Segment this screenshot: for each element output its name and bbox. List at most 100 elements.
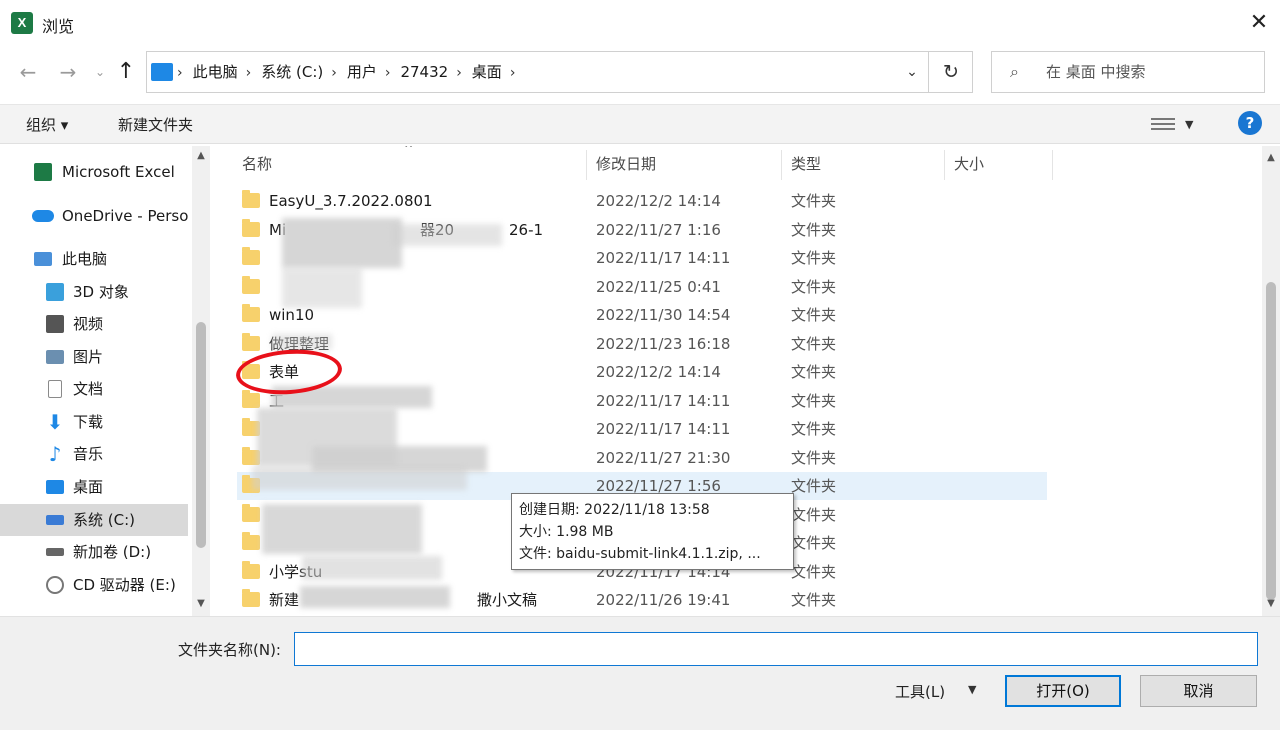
back-arrow-icon[interactable]: ←	[14, 58, 42, 86]
drive-icon	[46, 515, 64, 525]
table-row[interactable]: EasyU_3.7.2022.0801 2022/12/2 14:14 文件夹	[237, 187, 1047, 215]
file-date: 2022/11/17 14:11	[596, 249, 731, 267]
sidebar-item-downloads[interactable]: ⬇ 下载	[0, 406, 192, 438]
3d-objects-icon	[46, 283, 64, 301]
scroll-up-icon[interactable]: ▲	[1262, 152, 1280, 163]
cancel-button[interactable]: 取消	[1140, 675, 1257, 707]
folder-icon	[242, 532, 260, 550]
file-type: 文件夹	[791, 335, 837, 353]
file-date: 2022/11/17 14:11	[596, 392, 731, 410]
file-type: 文件夹	[791, 363, 837, 381]
redaction-blur	[282, 268, 362, 308]
folder-info-tooltip: 创建日期: 2022/11/18 13:58 大小: 1.98 MB 文件: b…	[511, 493, 794, 570]
sidebar-scrollbar[interactable]: ▲ ▼	[192, 146, 210, 616]
dialog-footer: 文件夹名称(N): 工具(L) ▼ 打开(O) 取消	[0, 616, 1280, 730]
breadcrumb-item-desktop[interactable]: 桌面	[472, 52, 502, 92]
forward-arrow-icon[interactable]: →	[54, 58, 82, 86]
window-title: 浏览	[42, 17, 75, 36]
sidebar-item-pictures[interactable]: 图片	[0, 341, 192, 373]
folder-icon	[242, 390, 260, 408]
sidebar-item-3d-objects[interactable]: 3D 对象	[0, 276, 192, 308]
search-placeholder[interactable]: 在 桌面 中搜索	[1046, 52, 1146, 92]
folder-name-label: 文件夹名称(N):	[178, 641, 281, 659]
excel-app-icon: X	[11, 12, 33, 34]
sidebar-item-new-volume-d[interactable]: 新加卷 (D:)	[0, 536, 192, 568]
breadcrumb-separator[interactable]: ›	[510, 53, 516, 93]
excel-icon	[34, 163, 52, 181]
breadcrumb-separator[interactable]: ›	[385, 53, 391, 93]
column-divider[interactable]	[1052, 150, 1053, 180]
file-type: 文件夹	[791, 534, 837, 552]
sidebar-item-microsoft-excel[interactable]: Microsoft Excel	[0, 156, 192, 188]
file-type: 文件夹	[791, 506, 837, 524]
view-options-icon[interactable]	[1151, 115, 1175, 133]
open-button[interactable]: 打开(O)	[1005, 675, 1121, 707]
sidebar-item-documents[interactable]: 文档	[0, 373, 192, 405]
close-icon[interactable]: ✕	[1242, 8, 1276, 38]
column-header-name[interactable]: 名称	[242, 150, 272, 178]
search-box[interactable]: ⌕ 在 桌面 中搜索	[991, 51, 1265, 93]
redaction-blur	[392, 224, 502, 246]
sidebar-item-label: 3D 对象	[73, 283, 129, 301]
sidebar-item-label: 此电脑	[62, 250, 108, 268]
scroll-down-icon[interactable]: ▼	[192, 598, 210, 609]
breadcrumb-separator[interactable]: ›	[456, 53, 462, 93]
column-header-type[interactable]: 类型	[791, 150, 821, 178]
redaction-blur	[252, 466, 467, 490]
breadcrumb-item-users[interactable]: 用户	[347, 52, 377, 92]
sidebar-item-this-pc[interactable]: 此电脑	[0, 243, 192, 275]
table-row-form-folder[interactable]: 表单 2022/12/2 14:14 文件夹	[237, 358, 1047, 386]
breadcrumb-item-this-pc[interactable]: 此电脑	[193, 52, 238, 92]
sidebar-item-label: Microsoft Excel	[62, 163, 175, 181]
scroll-up-icon[interactable]: ▲	[192, 150, 210, 161]
folder-icon	[242, 190, 260, 208]
folder-name-input[interactable]	[294, 632, 1258, 666]
table-row[interactable]: 做理整理 2022/11/23 16:18 文件夹	[237, 330, 1047, 358]
breadcrumb-separator[interactable]: ›	[246, 53, 252, 93]
help-icon[interactable]: ?	[1238, 111, 1262, 135]
scroll-down-icon[interactable]: ▼	[1262, 598, 1280, 609]
file-list-scroll-thumb[interactable]	[1266, 282, 1276, 600]
drive-icon	[46, 548, 64, 556]
breadcrumb-item-system-c[interactable]: 系统 (C:)	[261, 52, 323, 92]
sidebar-item-label: CD 驱动器 (E:)	[73, 576, 176, 594]
column-divider[interactable]	[944, 150, 945, 180]
column-divider[interactable]	[586, 150, 587, 180]
column-header-size[interactable]: 大小	[954, 150, 984, 178]
computer-icon	[151, 63, 173, 81]
sidebar-item-cd-drive-e[interactable]: CD 驱动器 (E:)	[0, 569, 192, 601]
column-divider[interactable]	[781, 150, 782, 180]
refresh-icon[interactable]: ↻	[929, 52, 973, 92]
address-bar[interactable]: › 此电脑 › 系统 (C:) › 用户 › 27432 › 桌面 › ⌄ ↻	[146, 51, 973, 93]
file-type: 文件夹	[791, 392, 837, 410]
sidebar-item-label: 桌面	[73, 478, 104, 496]
search-icon: ⌕	[1010, 62, 1019, 81]
breadcrumb-item-user[interactable]: 27432	[400, 52, 448, 92]
sidebar-item-onedrive[interactable]: OneDrive - Perso	[0, 200, 192, 232]
sidebar-item-videos[interactable]: 视频	[0, 308, 192, 340]
address-history-dropdown-icon[interactable]: ⌄	[897, 52, 927, 92]
documents-icon	[48, 380, 62, 398]
organize-menu-button[interactable]: 组织 ▾	[26, 105, 68, 145]
command-bar: 组织 ▾ 新建文件夹 ▼	[0, 104, 1280, 144]
sidebar-item-system-c[interactable]: 系统 (C:)	[0, 504, 188, 536]
column-header-modified[interactable]: 修改日期	[596, 150, 656, 178]
breadcrumb-separator[interactable]: ›	[331, 53, 337, 93]
tools-menu-button[interactable]: 工具(L)	[895, 681, 945, 702]
file-date: 2022/11/17 14:11	[596, 420, 731, 438]
computer-icon	[34, 252, 52, 266]
sidebar-item-music[interactable]: ♪ 音乐	[0, 438, 192, 470]
tooltip-size: 大小: 1.98 MB	[519, 524, 614, 540]
sidebar-item-label: 图片	[73, 348, 104, 366]
file-list-scrollbar[interactable]: ▲ ▼	[1262, 146, 1280, 616]
view-options-dropdown-icon[interactable]: ▼	[1185, 105, 1193, 145]
sidebar-scroll-thumb[interactable]	[196, 322, 206, 548]
sidebar-item-desktop[interactable]: 桌面	[0, 471, 192, 503]
tools-dropdown-icon[interactable]: ▼	[968, 683, 976, 696]
new-folder-button[interactable]: 新建文件夹	[118, 105, 193, 145]
up-arrow-icon[interactable]: ↑	[112, 58, 140, 86]
recent-locations-dropdown-icon[interactable]: ⌄	[86, 58, 114, 86]
file-type: 文件夹	[791, 449, 837, 467]
music-icon: ♪	[48, 442, 62, 466]
file-type: 文件夹	[791, 249, 837, 267]
